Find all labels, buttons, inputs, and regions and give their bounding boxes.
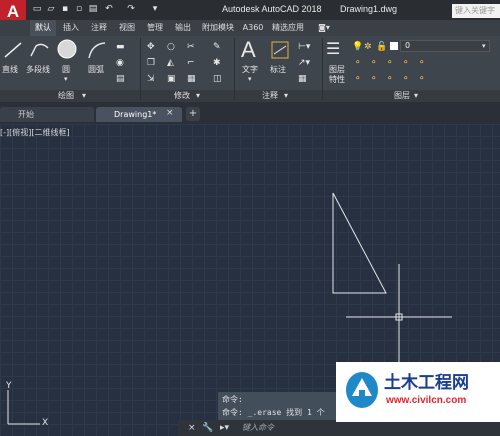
ucs-y-label: Y: [6, 381, 12, 391]
line-tool-label[interactable]: 直线: [2, 64, 18, 75]
tab-addins[interactable]: 附加模块: [198, 20, 238, 36]
save-icon[interactable]: ▪: [60, 4, 70, 14]
redo-icon[interactable]: ↷: [126, 4, 136, 14]
text-dropdown-icon[interactable]: ▾: [248, 74, 252, 84]
watermark-url: www.civilcn.com: [386, 395, 467, 406]
layer-dropdown[interactable]: 0: [400, 40, 490, 52]
layer-color-swatch[interactable]: [390, 42, 398, 50]
ribbon-options-icon[interactable]: ◙▾: [312, 20, 336, 36]
scale-tool-icon[interactable]: ▣: [167, 74, 176, 84]
dimension-tool-icon[interactable]: [270, 40, 290, 60]
draw-group-label[interactable]: 绘图: [58, 90, 74, 102]
ribbon-separator: [140, 38, 141, 100]
table-icon[interactable]: ▦: [298, 74, 307, 84]
stretch-tool-icon[interactable]: ⇲: [147, 74, 155, 84]
modify-group-label[interactable]: 修改: [174, 90, 190, 102]
ucs-icon: [7, 390, 40, 425]
layer-dropdown-arrow-icon[interactable]: ▾: [482, 41, 486, 51]
command-history-line: 命令: _.erase 找到 1 个: [222, 408, 325, 417]
document-title: Drawing1.dwg: [340, 4, 398, 14]
tab-annotate[interactable]: 注释: [86, 20, 112, 36]
mirror-tool-icon[interactable]: ◭: [167, 58, 174, 68]
move-tool-icon[interactable]: ✥: [147, 42, 155, 52]
watermark-brand: 土木工程网: [384, 373, 469, 392]
watermark-logo: [346, 372, 378, 408]
arc-tool-icon[interactable]: [86, 40, 108, 60]
annotation-group-label[interactable]: 注释: [262, 90, 278, 102]
layer-properties-label-2[interactable]: 特性: [329, 74, 345, 85]
save-as-icon[interactable]: ▫: [74, 4, 84, 14]
layer-tool-6-icon[interactable]: ⚬: [354, 74, 362, 84]
undo-icon[interactable]: ↶: [104, 4, 114, 14]
customize-command-icon[interactable]: 🔧: [202, 423, 213, 433]
tab-view[interactable]: 视图: [114, 20, 140, 36]
recent-commands-icon[interactable]: ▸▾: [220, 423, 229, 433]
new-file-icon[interactable]: ▭: [32, 4, 42, 14]
ucs-x-label: X: [42, 418, 49, 428]
open-file-icon[interactable]: ▱: [46, 4, 56, 14]
trim-tool-icon[interactable]: ✂: [187, 42, 195, 52]
new-tab-button[interactable]: +: [186, 107, 200, 121]
ribbon-group-labels-bar: [0, 90, 500, 102]
tab-featured-apps[interactable]: 精选应用: [268, 20, 308, 36]
layer-tool-9-icon[interactable]: ⚬: [402, 74, 410, 84]
gradient-tool-icon[interactable]: ▤: [116, 74, 125, 84]
line-tool-icon[interactable]: [2, 40, 24, 60]
polyline-tool-label[interactable]: 多段线: [26, 64, 50, 75]
tab-insert[interactable]: 插入: [58, 20, 84, 36]
rotate-tool-icon[interactable]: ○: [167, 42, 175, 52]
tab-home[interactable]: 默认: [30, 20, 56, 36]
rectangle-tool-icon[interactable]: ▬: [116, 42, 125, 52]
layer-tool-8-icon[interactable]: ⚬: [386, 74, 394, 84]
layer-tool-5-icon[interactable]: ⚬: [418, 58, 426, 68]
tab-manage[interactable]: 管理: [142, 20, 168, 36]
linear-dim-icon[interactable]: ⊢▾: [298, 42, 310, 52]
search-input[interactable]: 键入关键字: [452, 4, 500, 18]
command-history-line: 命令:: [222, 395, 243, 404]
polyline-tool-icon[interactable]: [28, 40, 52, 60]
dimension-tool-label[interactable]: 标注: [270, 64, 286, 75]
layer-properties-icon[interactable]: ☰: [326, 40, 340, 58]
triangle-shape: [332, 192, 387, 294]
draw-group-expand-icon[interactable]: ▾: [82, 90, 86, 102]
layer-tool-7-icon[interactable]: ⚬: [370, 74, 378, 84]
arc-tool-label[interactable]: 圆弧: [88, 64, 104, 75]
array-tool-icon[interactable]: ▦: [187, 74, 196, 84]
fillet-tool-icon[interactable]: ⌐: [187, 58, 195, 68]
command-input[interactable]: 键入命令: [242, 422, 274, 433]
layer-tool-1-icon[interactable]: ⚬: [354, 58, 362, 68]
text-tool-icon[interactable]: A: [241, 38, 256, 62]
file-tab-start[interactable]: 开始: [0, 107, 94, 122]
layers-group-label[interactable]: 图层: [394, 90, 410, 102]
crosshair-cursor: [346, 264, 452, 370]
ribbon-separator: [322, 38, 323, 100]
circle-tool-icon[interactable]: [56, 38, 78, 60]
close-tab-icon[interactable]: ×: [166, 108, 174, 118]
offset-tool-icon[interactable]: ◫: [213, 74, 222, 84]
leader-icon[interactable]: ↗▾: [298, 58, 310, 68]
layer-tool-3-icon[interactable]: ⚬: [386, 58, 394, 68]
annotation-group-expand-icon[interactable]: ▾: [284, 90, 288, 102]
app-title: Autodesk AutoCAD 2018: [222, 4, 322, 14]
tab-output[interactable]: 输出: [170, 20, 196, 36]
tab-a360[interactable]: A360: [240, 20, 266, 36]
print-icon[interactable]: ▤: [88, 4, 98, 14]
explode-tool-icon[interactable]: ✱: [213, 58, 221, 68]
ribbon-separator: [234, 38, 235, 100]
copy-tool-icon[interactable]: ❐: [147, 58, 155, 68]
layer-tool-4-icon[interactable]: ⚬: [402, 58, 410, 68]
layer-tool-2-icon[interactable]: ⚬: [370, 58, 378, 68]
qat-dropdown-icon[interactable]: ▾: [150, 4, 160, 14]
close-command-icon[interactable]: ×: [188, 423, 196, 433]
layer-freeze-icon[interactable]: ✲: [364, 42, 372, 52]
layer-tool-10-icon[interactable]: ⚬: [418, 74, 426, 84]
modify-group-expand-icon[interactable]: ▾: [196, 90, 200, 102]
hatch-tool-icon[interactable]: ◉: [116, 58, 124, 68]
circle-dropdown-icon[interactable]: ▾: [64, 74, 68, 84]
erase-tool-icon[interactable]: ✎: [213, 42, 221, 52]
layer-lock-icon[interactable]: 🔓: [376, 42, 387, 52]
layer-on-icon[interactable]: 💡: [352, 42, 363, 52]
layers-group-expand-icon[interactable]: ▾: [414, 90, 418, 102]
